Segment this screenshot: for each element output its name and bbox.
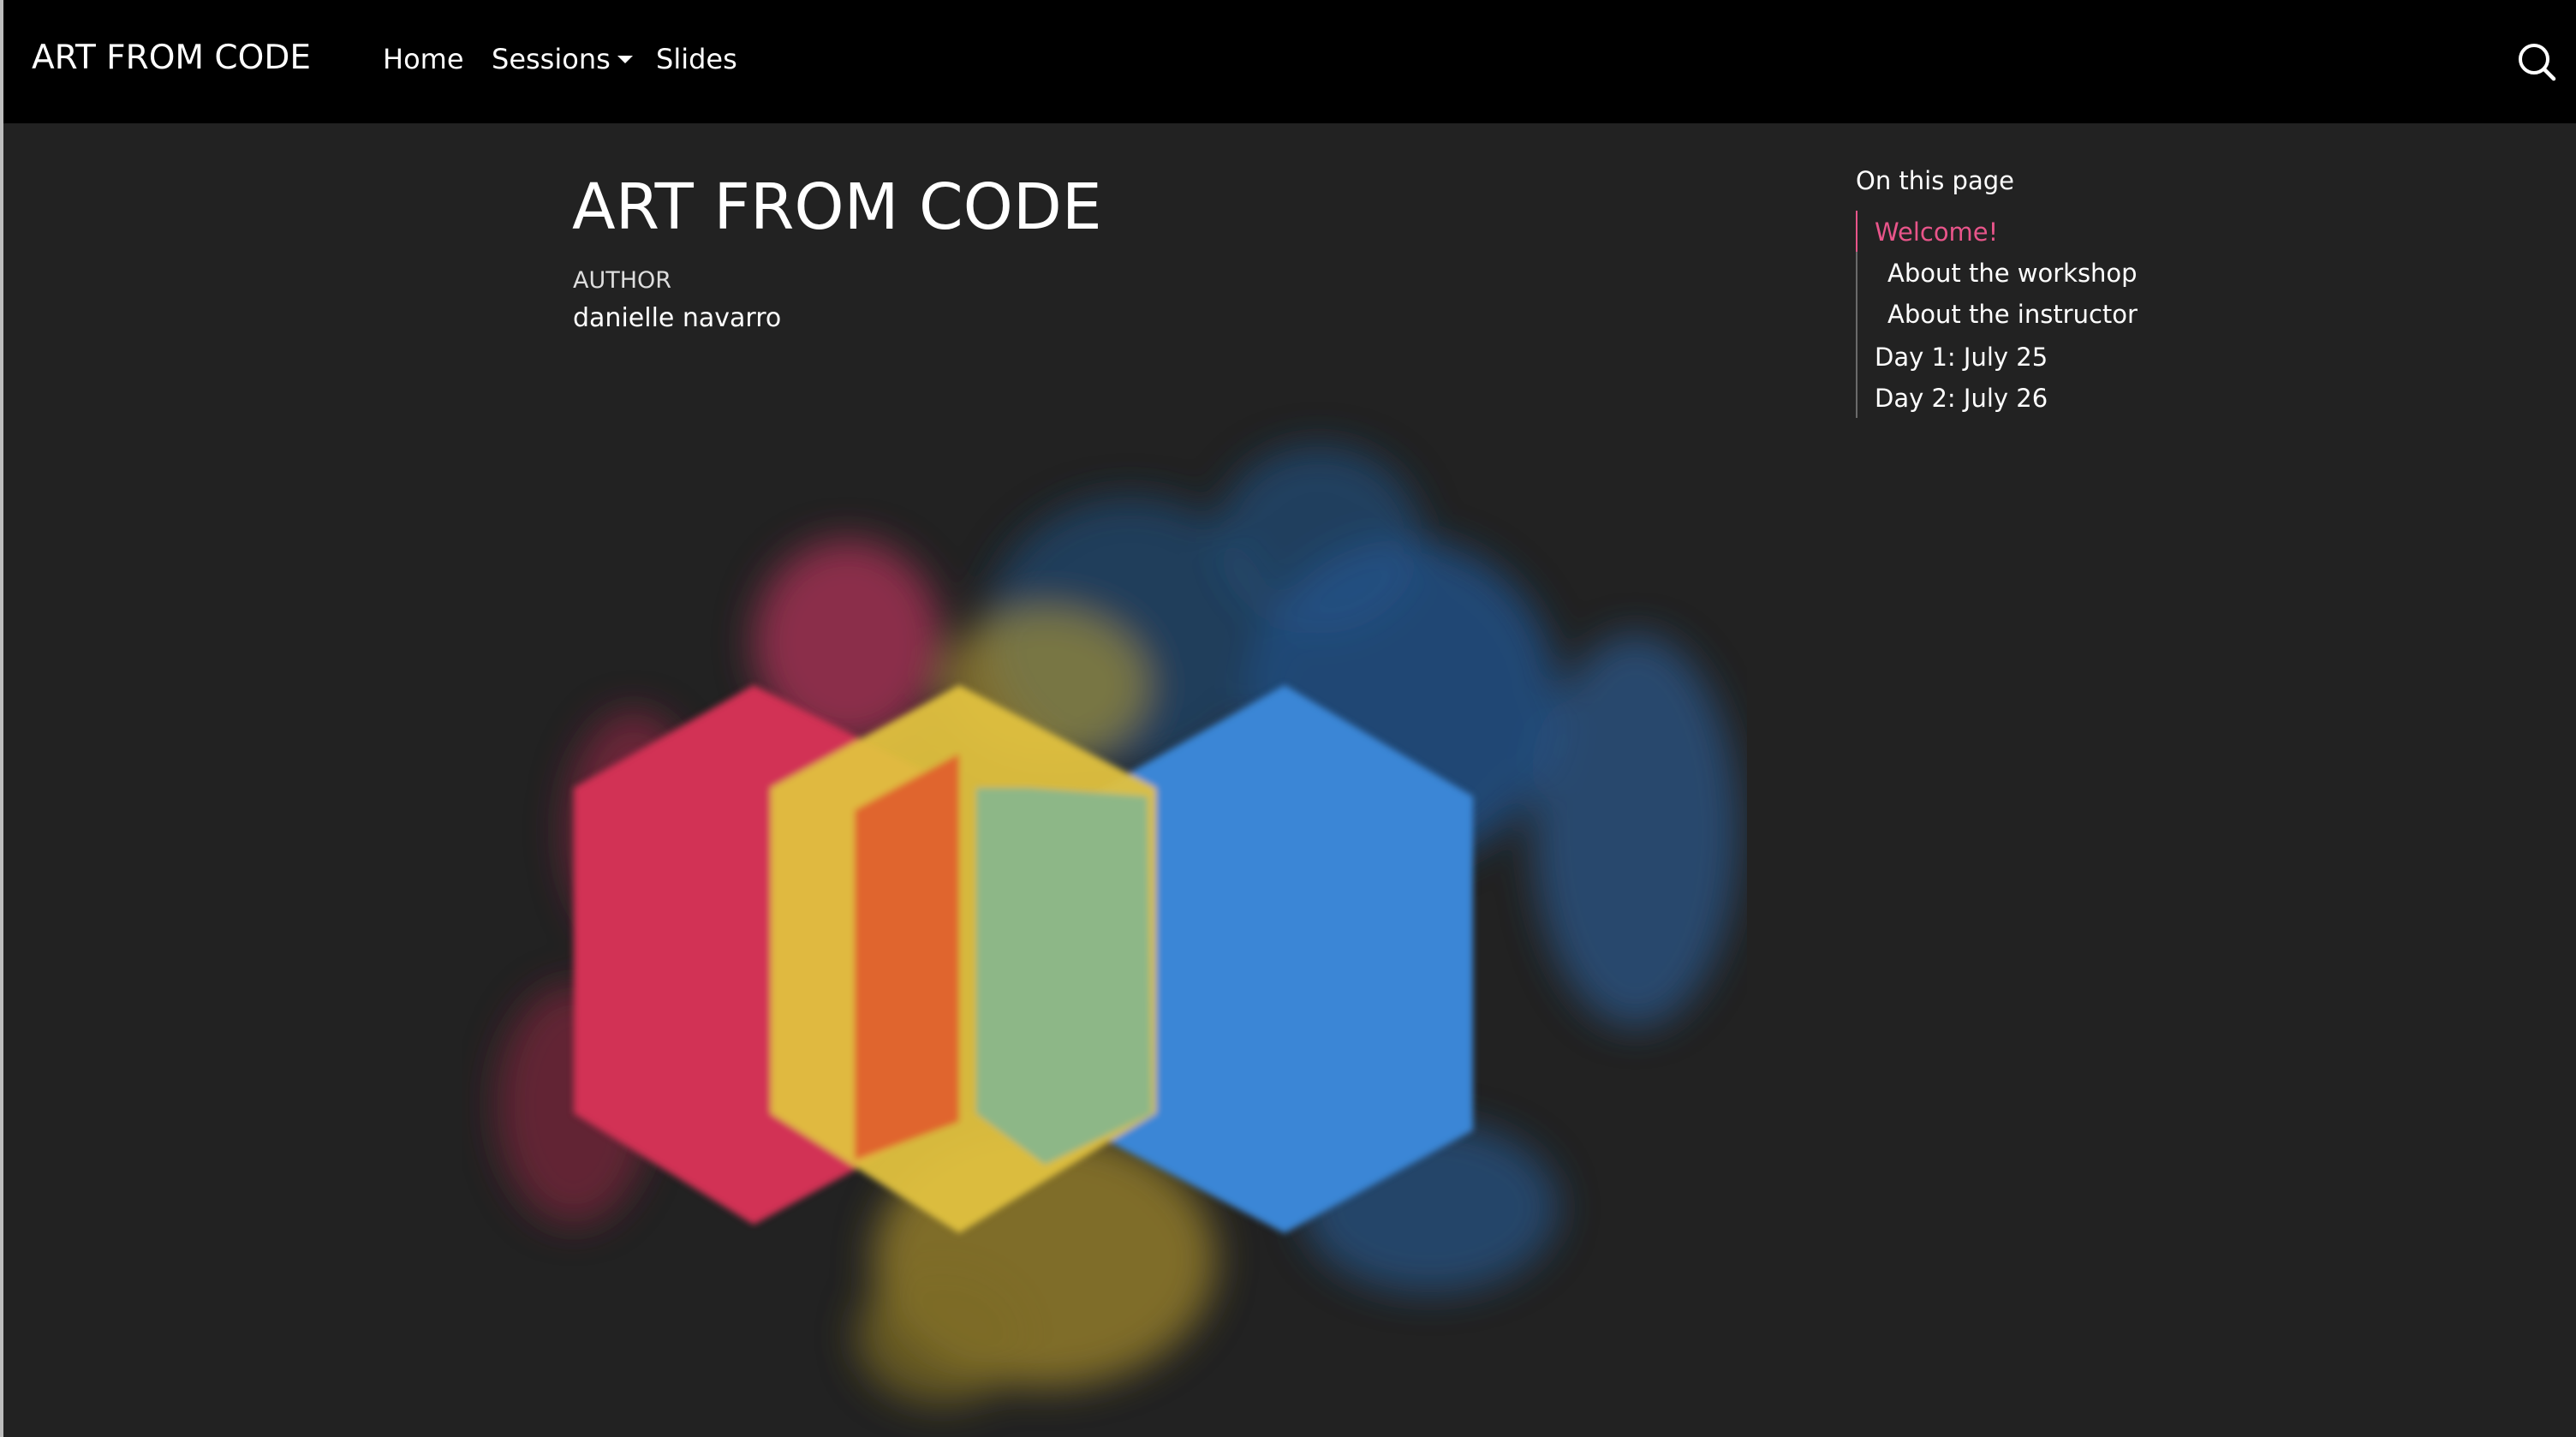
window-edge: [0, 0, 3, 1437]
toc-title: On this page: [1856, 166, 2014, 195]
nav-slides[interactable]: Slides: [656, 38, 737, 80]
author-name: danielle navarro: [573, 303, 782, 333]
toc-item-about-instructor[interactable]: About the instructor: [1887, 296, 2138, 332]
page-title: ART FROM CODE: [572, 170, 1102, 244]
search-icon: [2519, 44, 2556, 81]
orange-overlap: [855, 754, 959, 1160]
toc-item-about-workshop[interactable]: About the workshop: [1887, 255, 2138, 291]
author-label: AUTHOR: [573, 267, 672, 294]
table-of-contents: Welcome! About the workshop About the in…: [1856, 211, 2217, 418]
nav-sessions-label: Sessions: [492, 43, 611, 75]
navbar: ART FROM CODE Home Sessions Slides: [3, 0, 2576, 123]
toc-item-welcome[interactable]: Welcome!: [1875, 214, 1998, 250]
nav-sessions-dropdown[interactable]: Sessions: [492, 38, 633, 80]
green-overlap: [976, 788, 1152, 1165]
toc-active-indicator: [1856, 211, 1857, 252]
hexagon-watercolor-artwork: [497, 445, 1738, 1404]
nav-home[interactable]: Home: [383, 38, 464, 80]
search-button[interactable]: [2513, 38, 2561, 86]
caret-down-icon: [617, 55, 633, 63]
hexagon-group: [574, 685, 1473, 1233]
toc-item-day-2[interactable]: Day 2: July 26: [1875, 380, 2048, 416]
toc-item-day-1[interactable]: Day 1: July 25: [1875, 339, 2048, 375]
site-brand[interactable]: ART FROM CODE: [32, 34, 311, 82]
